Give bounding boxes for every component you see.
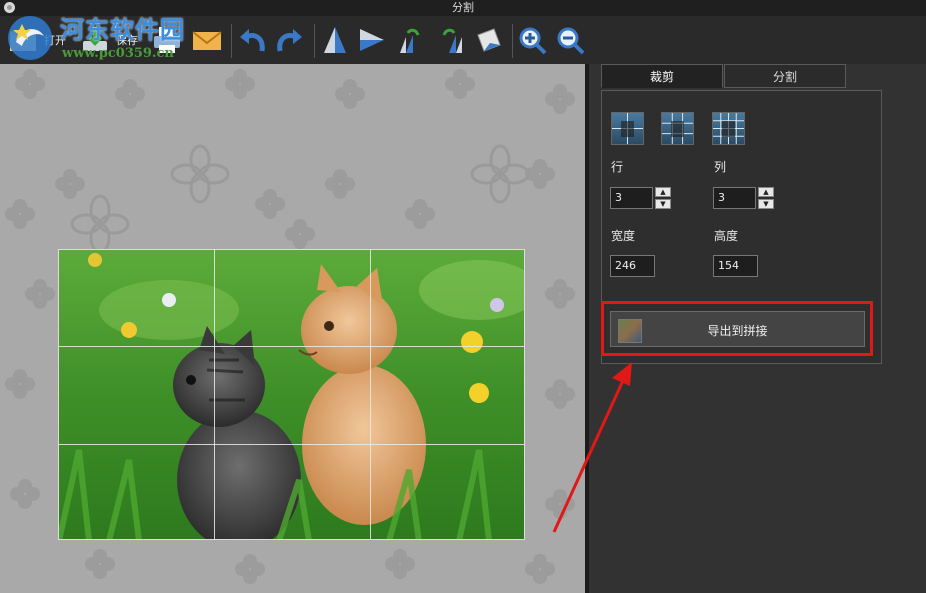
- toolbar-separator: [314, 24, 315, 58]
- grid-line-vertical-1: [214, 250, 215, 539]
- undo-button[interactable]: [236, 20, 270, 60]
- toolbar: 打开 保存: [0, 16, 926, 64]
- app-icon: [4, 2, 15, 13]
- width-input[interactable]: 246: [610, 255, 655, 277]
- flip-horizontal-button[interactable]: [356, 20, 386, 60]
- zoom-in-icon: [519, 27, 547, 55]
- flip-vertical-button[interactable]: [320, 20, 350, 60]
- title-bar: 分割: [0, 0, 926, 16]
- rows-increment-button[interactable]: ▲: [655, 187, 671, 197]
- kittens-image: [59, 250, 524, 539]
- rows-decrement-button[interactable]: ▼: [655, 199, 671, 209]
- rotate-left-icon: [400, 28, 420, 53]
- flip-vertical-icon: [324, 27, 346, 53]
- toolbar-separator: [231, 24, 232, 58]
- redo-button[interactable]: [272, 20, 306, 60]
- zoom-out-button[interactable]: [556, 20, 586, 60]
- columns-input[interactable]: 3: [713, 187, 756, 209]
- zoom-in-button[interactable]: [518, 20, 548, 60]
- save-icon: [83, 27, 107, 51]
- rotate-right-icon: [442, 28, 462, 53]
- columns-decrement-button[interactable]: ▼: [758, 199, 774, 209]
- height-label: 高度: [714, 229, 739, 243]
- save-button[interactable]: 保存: [78, 20, 138, 60]
- rows-label: 行: [611, 160, 624, 174]
- columns-label: 列: [714, 160, 727, 174]
- open-label: 打开: [44, 34, 66, 47]
- redo-icon: [277, 29, 302, 52]
- email-icon: [192, 31, 222, 50]
- grid-line-horizontal-2: [59, 444, 524, 445]
- toolbar-separator: [512, 24, 513, 58]
- skew-button[interactable]: [472, 20, 506, 60]
- save-label: 保存: [116, 34, 138, 47]
- split-preset-2x2-icon[interactable]: [611, 112, 644, 145]
- print-button[interactable]: [150, 20, 184, 60]
- open-icon: [10, 31, 36, 51]
- rotate-right-button[interactable]: [432, 20, 466, 60]
- zoom-out-icon: [557, 27, 585, 55]
- export-to-stitch-label: 导出到拼接: [707, 324, 768, 338]
- split-preset-4x4-icon[interactable]: [712, 112, 745, 145]
- rotate-left-button[interactable]: [396, 20, 430, 60]
- undo-icon: [240, 29, 265, 52]
- window-title: 分割: [452, 1, 474, 14]
- rows-input[interactable]: 3: [610, 187, 653, 209]
- height-input[interactable]: 154: [713, 255, 758, 277]
- skew-icon: [477, 28, 501, 52]
- email-button[interactable]: [190, 20, 224, 60]
- grid-line-vertical-2: [370, 250, 371, 539]
- flip-horizontal-icon: [360, 29, 384, 51]
- kittens-photo[interactable]: [58, 249, 525, 540]
- open-button[interactable]: 打开: [6, 20, 66, 60]
- width-label: 宽度: [611, 229, 636, 243]
- print-icon: [154, 27, 180, 53]
- export-to-stitch-button[interactable]: 导出到拼接: [610, 311, 865, 347]
- grid-line-horizontal-1: [59, 346, 524, 347]
- tab-split[interactable]: 分割: [724, 64, 846, 88]
- split-preset-3x3-icon[interactable]: [661, 112, 694, 145]
- columns-increment-button[interactable]: ▲: [758, 187, 774, 197]
- tab-crop[interactable]: 裁剪: [601, 64, 723, 88]
